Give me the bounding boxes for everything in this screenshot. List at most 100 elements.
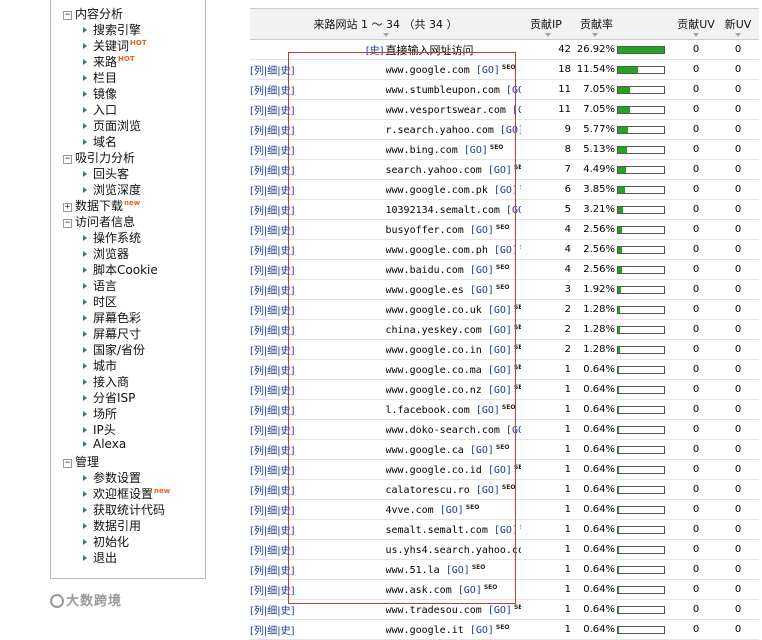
detail-link[interactable]: 细 [267, 306, 277, 317]
list-link[interactable]: 列 [254, 406, 264, 417]
history-link[interactable]: 史 [281, 506, 291, 517]
column-header-rate[interactable]: 贡献率 [575, 8, 675, 40]
history-link[interactable]: 史 [281, 466, 291, 477]
sidebar-item[interactable]: 回头客 [83, 165, 129, 182]
history-link[interactable]: 史 [281, 246, 291, 257]
go-link[interactable]: [GO] [488, 165, 512, 176]
list-link[interactable]: 列 [254, 566, 264, 577]
seo-link[interactable]: SEO [472, 564, 486, 571]
history-link[interactable]: 史 [281, 186, 291, 197]
detail-link[interactable]: 细 [267, 266, 277, 277]
go-link[interactable]: [GO] [446, 565, 470, 576]
list-link[interactable]: 列 [254, 106, 264, 117]
detail-link[interactable]: 细 [267, 546, 277, 557]
go-link[interactable]: [GO] [494, 185, 518, 196]
detail-link[interactable]: 细 [267, 506, 277, 517]
seo-link[interactable]: SEO [514, 364, 521, 371]
detail-link[interactable]: 细 [267, 366, 277, 377]
list-link[interactable]: 列 [254, 306, 264, 317]
history-link[interactable]: 史 [281, 286, 291, 297]
history-link[interactable]: 史 [281, 386, 291, 397]
history-link[interactable]: 史 [281, 526, 291, 537]
seo-link[interactable]: SEO [496, 624, 510, 631]
list-link[interactable]: 列 [254, 286, 264, 297]
seo-link[interactable]: SEO [520, 184, 521, 191]
history-link[interactable]: 史 [281, 346, 291, 357]
detail-link[interactable]: 细 [267, 166, 277, 177]
detail-link[interactable]: 细 [267, 86, 277, 97]
sidebar-item[interactable]: IP头 [83, 421, 116, 438]
detail-link[interactable]: 细 [267, 606, 277, 617]
history-link[interactable]: 史 [281, 366, 291, 377]
sidebar-item[interactable]: 欢迎框设置new [83, 485, 170, 502]
collapse-toggle-icon[interactable]: − [63, 155, 72, 164]
list-link[interactable]: 列 [254, 266, 264, 277]
column-header-ip[interactable]: 贡献IP [521, 8, 575, 40]
sidebar-item[interactable]: 数据引用 [83, 517, 141, 534]
sidebar-item[interactable]: 屏幕尺寸 [83, 325, 141, 342]
sidebar-item[interactable]: 镜像 [83, 85, 117, 102]
go-link[interactable]: [GO] [494, 245, 518, 256]
list-link[interactable]: 列 [254, 466, 264, 477]
go-link[interactable]: [GO] [494, 525, 518, 536]
history-link[interactable]: 史 [281, 206, 291, 217]
sidebar-item[interactable]: 退出 [83, 549, 117, 566]
seo-link[interactable]: SEO [514, 464, 521, 471]
nav-group[interactable]: − 吸引力分析 [63, 149, 135, 166]
detail-link[interactable]: 细 [267, 386, 277, 397]
history-link[interactable]: 史 [281, 606, 291, 617]
detail-link[interactable]: 细 [267, 346, 277, 357]
list-link[interactable]: 列 [254, 226, 264, 237]
list-link[interactable]: 列 [254, 446, 264, 457]
go-link[interactable]: [GO] [476, 405, 500, 416]
go-link[interactable]: [GO] [470, 445, 494, 456]
go-link[interactable]: [GO] [506, 85, 521, 96]
detail-link[interactable]: 细 [267, 186, 277, 197]
list-link[interactable]: 列 [254, 426, 264, 437]
direct-history-link[interactable]: [史] [366, 46, 384, 57]
list-link[interactable]: 列 [254, 86, 264, 97]
seo-link[interactable]: SEO [496, 444, 510, 451]
go-link[interactable]: [GO] [488, 385, 512, 396]
list-link[interactable]: 列 [254, 586, 264, 597]
sidebar-item[interactable]: 语言 [83, 277, 117, 294]
expand-toggle-icon[interactable]: + [63, 203, 72, 212]
detail-link[interactable]: 细 [267, 566, 277, 577]
detail-link[interactable]: 细 [267, 466, 277, 477]
sidebar-item[interactable]: 入口 [83, 101, 117, 118]
detail-link[interactable]: 细 [267, 106, 277, 117]
seo-link[interactable]: SEO [466, 504, 480, 511]
list-link[interactable]: 列 [254, 66, 264, 77]
detail-link[interactable]: 细 [267, 586, 277, 597]
detail-link[interactable]: 细 [267, 206, 277, 217]
sidebar-item[interactable]: 浏览器 [83, 245, 129, 262]
sidebar-item[interactable]: 接入商 [83, 373, 129, 390]
detail-link[interactable]: 细 [267, 126, 277, 137]
history-link[interactable]: 史 [370, 46, 380, 57]
go-link[interactable]: [GO] [476, 485, 500, 496]
list-link[interactable]: 列 [254, 166, 264, 177]
sidebar-item[interactable]: 栏目 [83, 69, 117, 86]
sidebar-item[interactable]: 屏幕色彩 [83, 309, 141, 326]
list-link[interactable]: 列 [254, 146, 264, 157]
detail-link[interactable]: 细 [267, 286, 277, 297]
seo-link[interactable]: SEO [502, 64, 516, 71]
history-link[interactable]: 史 [281, 226, 291, 237]
list-link[interactable]: 列 [254, 626, 264, 637]
detail-link[interactable]: 细 [267, 526, 277, 537]
sidebar-item[interactable]: 初始化 [83, 533, 129, 550]
list-link[interactable]: 列 [254, 546, 264, 557]
nav-group[interactable]: − 访问者信息 [63, 213, 135, 230]
column-header-uv[interactable]: 贡献UV [675, 8, 717, 40]
list-link[interactable]: 列 [254, 606, 264, 617]
list-link[interactable]: 列 [254, 506, 264, 517]
go-link[interactable]: [GO] [458, 585, 482, 596]
seo-link[interactable]: SEO [520, 524, 521, 531]
detail-link[interactable]: 细 [267, 246, 277, 257]
history-link[interactable]: 史 [281, 566, 291, 577]
go-link[interactable]: [GO] [470, 285, 494, 296]
seo-link[interactable]: SEO [514, 384, 521, 391]
seo-link[interactable]: SEO [514, 344, 521, 351]
go-link[interactable]: [GO] [440, 505, 464, 516]
seo-link[interactable]: SEO [502, 404, 516, 411]
